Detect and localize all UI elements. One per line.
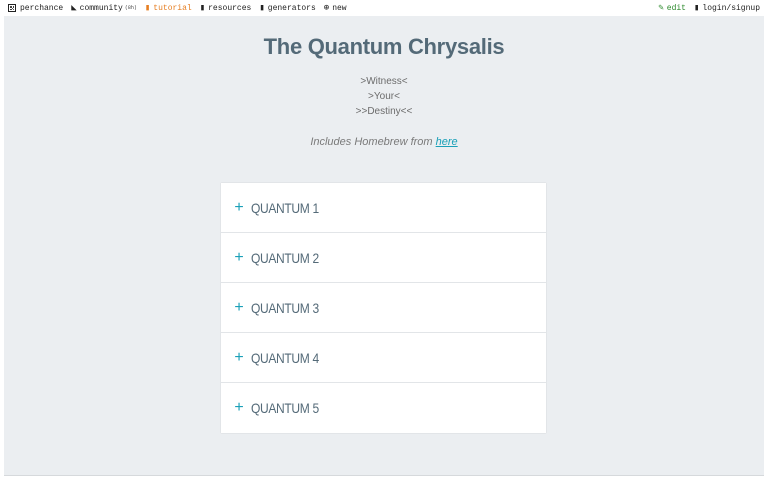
accordion-label: QUANTUM 2 xyxy=(251,249,319,266)
accordion-item-quantum-2[interactable]: + QUANTUM 2 xyxy=(221,233,546,283)
top-nav-bar: perchance ◣ community (8h) ▮ tutorial ▮ … xyxy=(0,0,768,16)
accordion-label: QUANTUM 3 xyxy=(251,299,319,316)
nav-edit[interactable]: ✎ edit xyxy=(658,4,686,13)
nav-resources[interactable]: ▮ resources xyxy=(200,4,252,13)
nav-new-label: new xyxy=(332,3,347,13)
nav-tutorial-label: tutorial xyxy=(153,3,192,13)
people-icon: ◣ xyxy=(71,3,77,13)
folder-icon: ▮ xyxy=(199,3,206,13)
accordion-label: QUANTUM 5 xyxy=(251,400,319,416)
homebrew-text: Includes Homebrew from xyxy=(310,136,436,148)
plus-icon: + xyxy=(234,399,244,416)
accordion-label: QUANTUM 1 xyxy=(251,199,319,216)
generator-panel: The Quantum Chrysalis >Witness< >Your< >… xyxy=(4,16,764,476)
nav-community[interactable]: ◣ community (8h) xyxy=(71,4,137,13)
nav-community-label: community xyxy=(79,3,123,13)
accordion-label: QUANTUM 4 xyxy=(251,349,319,366)
plus-icon: + xyxy=(234,248,244,266)
page-title: The Quantum Chrysalis xyxy=(263,34,505,59)
intro-line-destiny: >>Destiny<< xyxy=(355,106,413,117)
accordion-item-quantum-1[interactable]: + QUANTUM 1 xyxy=(221,183,546,233)
nav-resources-label: resources xyxy=(208,3,252,13)
homebrew-note: Includes Homebrew from here xyxy=(4,136,764,148)
accordion-item-quantum-4[interactable]: + QUANTUM 4 xyxy=(221,333,546,383)
book-icon: ▮ xyxy=(144,3,151,13)
plus-icon: + xyxy=(234,198,244,216)
user-icon: ▮ xyxy=(693,3,700,13)
nav-generators-label: generators xyxy=(267,3,316,13)
nav-right: ✎ edit ▮ login/signup xyxy=(650,4,768,13)
nav-site-home[interactable]: perchance xyxy=(8,4,63,13)
dice-icon xyxy=(8,4,16,12)
intro-line-witness: >Witness< xyxy=(360,76,408,87)
nav-left: perchance ◣ community (8h) ▮ tutorial ▮ … xyxy=(0,4,355,13)
pencil-icon: ✎ xyxy=(658,3,664,13)
homebrew-link[interactable]: here xyxy=(436,136,458,148)
accordion-item-quantum-3[interactable]: + QUANTUM 3 xyxy=(221,283,546,333)
nav-login[interactable]: ▮ login/signup xyxy=(694,4,760,13)
plus-circle-icon: ⊕ xyxy=(323,3,330,13)
intro-line-your: >Your< xyxy=(368,91,400,102)
nav-tutorial[interactable]: ▮ tutorial xyxy=(145,4,192,13)
plus-icon: + xyxy=(234,348,244,366)
nav-site-label: perchance xyxy=(20,3,64,13)
nav-community-count: (8h) xyxy=(124,5,137,11)
nav-new[interactable]: ⊕ new xyxy=(324,4,347,13)
plus-icon: + xyxy=(234,298,244,316)
list-icon: ▮ xyxy=(259,3,265,13)
nav-edit-label: edit xyxy=(666,3,686,13)
nav-generators[interactable]: ▮ generators xyxy=(259,4,315,13)
quantum-accordion: + QUANTUM 1 + QUANTUM 2 + QUANTUM 3 + QU… xyxy=(221,183,546,433)
accordion-item-quantum-5[interactable]: + QUANTUM 5 xyxy=(221,383,546,433)
nav-login-label: login/signup xyxy=(702,3,760,13)
